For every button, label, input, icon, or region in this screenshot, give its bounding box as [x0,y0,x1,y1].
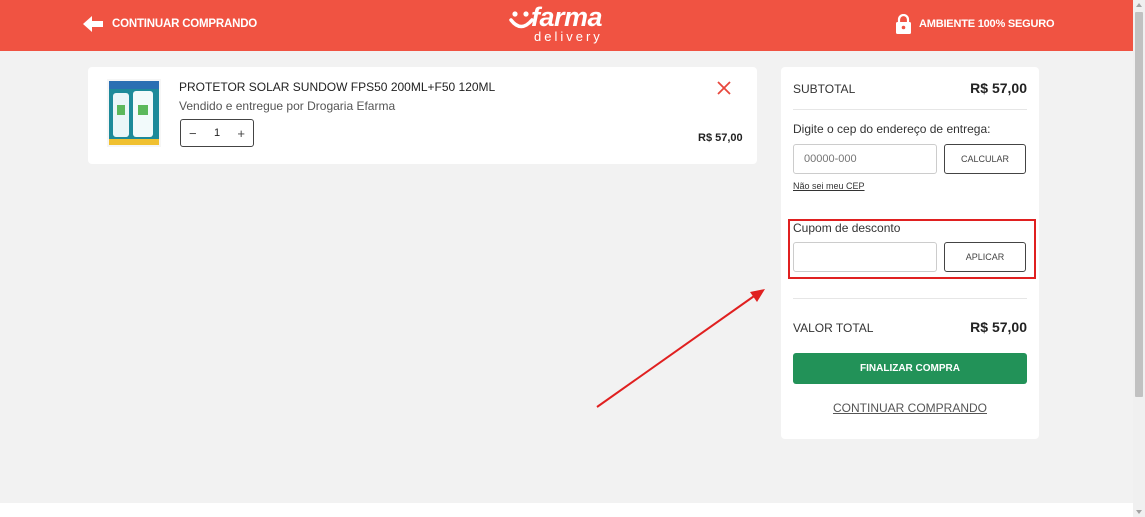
lock-icon [896,14,911,34]
product-seller: Vendido e entregue por Drogaria Efarma [179,99,396,113]
subtotal-label: SUBTOTAL [793,82,856,96]
secure-label: AMBIENTE 100% SEGURO [919,18,1055,30]
total-label: VALOR TOTAL [793,321,874,335]
arrow-left-icon [83,16,103,32]
product-price: R$ 57,00 [698,132,743,144]
product-image[interactable] [107,79,161,147]
quantity-value[interactable]: 1 [214,127,220,139]
secure-environment-badge: AMBIENTE 100% SEGURO [895,14,1055,34]
cep-prompt: Digite o cep do endereço de entrega: [793,122,991,136]
checkout-button[interactable]: FINALIZAR COMPRA [793,353,1027,384]
efarma-logo[interactable]: farma delivery [509,2,621,45]
divider [793,109,1027,110]
dont-know-cep-link[interactable]: Não sei meu CEP [793,181,865,191]
continue-shopping-link[interactable]: CONTINUAR COMPRANDO [793,401,1027,415]
vertical-scrollbar[interactable] [1133,0,1145,517]
scroll-up-icon[interactable] [1136,3,1142,7]
footer-strip [0,503,1133,517]
back-link-label: CONTINUAR COMPRANDO [112,18,258,30]
divider [793,298,1027,299]
cart-item-card: PROTETOR SOLAR SUNDOW FPS50 200ML+F50 12… [88,67,757,164]
top-header: CONTINUAR COMPRANDO farma delivery AMBIE… [0,0,1133,51]
increase-quantity-button[interactable]: + [237,126,245,141]
cep-input[interactable] [793,144,937,174]
product-name[interactable]: PROTETOR SOLAR SUNDOW FPS50 200ML+F50 12… [179,80,495,94]
scrollbar-thumb[interactable] [1135,12,1143,397]
scroll-down-icon[interactable] [1136,510,1142,514]
close-icon[interactable] [716,80,732,96]
decrease-quantity-button[interactable]: − [189,126,197,141]
total-value: R$ 57,00 [970,319,1027,335]
subtotal-value: R$ 57,00 [970,80,1027,96]
quantity-stepper: − 1 + [180,119,254,147]
logo-text-sub: delivery [534,29,603,44]
calculate-shipping-button[interactable]: CALCULAR [944,144,1026,174]
continue-shopping-back-link[interactable]: CONTINUAR COMPRANDO [83,14,257,34]
coupon-highlight-annotation [788,219,1036,279]
